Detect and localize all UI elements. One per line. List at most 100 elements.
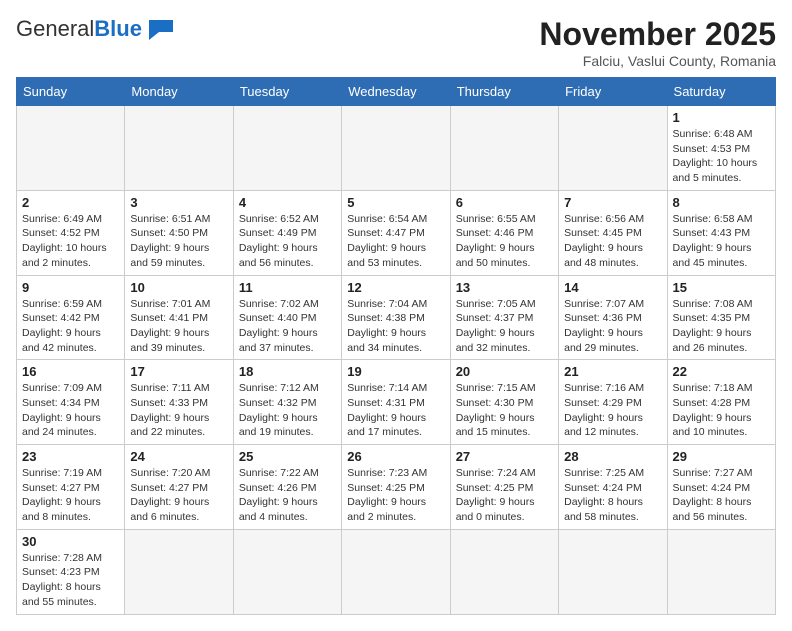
calendar-cell: 29 Sunrise: 7:27 AM Sunset: 4:24 PM Dayli… [667, 445, 775, 530]
weekday-header-friday: Friday [559, 78, 667, 106]
day-number: 30 [22, 534, 119, 549]
weekday-header-tuesday: Tuesday [233, 78, 341, 106]
calendar-cell: 6Sunrise: 6:55 AM Sunset: 4:46 PM Daylig… [450, 190, 558, 275]
logo-general-text: General [16, 16, 94, 42]
day-info: Sunrise: 7:20 AM Sunset: 4:27 PM Dayligh… [130, 466, 227, 525]
day-number: 12 [347, 280, 444, 295]
day-info: Sunrise: 7:28 AM Sunset: 4:23 PM Dayligh… [22, 551, 119, 610]
day-number: 25 [239, 449, 336, 464]
calendar-cell: 25 Sunrise: 7:22 AM Sunset: 4:26 PM Dayli… [233, 445, 341, 530]
calendar-cell: 24 Sunrise: 7:20 AM Sunset: 4:27 PM Dayli… [125, 445, 233, 530]
calendar-cell: 10Sunrise: 7:01 AM Sunset: 4:41 PM Dayli… [125, 275, 233, 360]
day-info: Sunrise: 7:08 AM Sunset: 4:35 PM Dayligh… [673, 297, 770, 356]
day-info: Sunrise: 7:19 AM Sunset: 4:27 PM Dayligh… [22, 466, 119, 525]
weekday-header-sunday: Sunday [17, 78, 125, 106]
calendar-cell: 1 Sunrise: 6:48 AM Sunset: 4:53 PM Daylig… [667, 106, 775, 191]
day-number: 23 [22, 449, 119, 464]
calendar-cell [450, 106, 558, 191]
weekday-header-monday: Monday [125, 78, 233, 106]
day-number: 20 [456, 364, 553, 379]
calendar-cell: 18 Sunrise: 7:12 AM Sunset: 4:32 PM Dayli… [233, 360, 341, 445]
calendar-cell: 19 Sunrise: 7:14 AM Sunset: 4:31 PM Dayli… [342, 360, 450, 445]
calendar-cell: 3 Sunrise: 6:51 AM Sunset: 4:50 PM Daylig… [125, 190, 233, 275]
day-number: 18 [239, 364, 336, 379]
calendar-cell [233, 106, 341, 191]
calendar-cell: 2 Sunrise: 6:49 AM Sunset: 4:52 PM Daylig… [17, 190, 125, 275]
day-number: 11 [239, 280, 336, 295]
day-number: 10 [130, 280, 227, 295]
weekday-header-wednesday: Wednesday [342, 78, 450, 106]
day-info: Sunrise: 7:02 AM Sunset: 4:40 PM Dayligh… [239, 297, 336, 356]
day-number: 9 [22, 280, 119, 295]
calendar-cell [559, 529, 667, 614]
calendar-cell [17, 106, 125, 191]
day-number: 13 [456, 280, 553, 295]
calendar-cell: 20 Sunrise: 7:15 AM Sunset: 4:30 PM Dayli… [450, 360, 558, 445]
day-info: Sunrise: 6:52 AM Sunset: 4:49 PM Dayligh… [239, 212, 336, 271]
weekday-header-thursday: Thursday [450, 78, 558, 106]
day-number: 19 [347, 364, 444, 379]
calendar-cell: 5Sunrise: 6:54 AM Sunset: 4:47 PM Daylig… [342, 190, 450, 275]
day-info: Sunrise: 7:12 AM Sunset: 4:32 PM Dayligh… [239, 381, 336, 440]
calendar-cell: 28 Sunrise: 7:25 AM Sunset: 4:24 PM Dayli… [559, 445, 667, 530]
calendar-cell [233, 529, 341, 614]
day-number: 21 [564, 364, 661, 379]
day-info: Sunrise: 6:51 AM Sunset: 4:50 PM Dayligh… [130, 212, 227, 271]
calendar-cell: 8Sunrise: 6:58 AM Sunset: 4:43 PM Daylig… [667, 190, 775, 275]
day-info: Sunrise: 7:07 AM Sunset: 4:36 PM Dayligh… [564, 297, 661, 356]
calendar-cell: 30 Sunrise: 7:28 AM Sunset: 4:23 PM Dayli… [17, 529, 125, 614]
day-info: Sunrise: 7:22 AM Sunset: 4:26 PM Dayligh… [239, 466, 336, 525]
day-number: 4 [239, 195, 336, 210]
week-row-3: 9 Sunrise: 6:59 AM Sunset: 4:42 PM Daylig… [17, 275, 776, 360]
day-info: Sunrise: 7:16 AM Sunset: 4:29 PM Dayligh… [564, 381, 661, 440]
calendar-cell: 16 Sunrise: 7:09 AM Sunset: 4:34 PM Dayli… [17, 360, 125, 445]
day-info: Sunrise: 7:11 AM Sunset: 4:33 PM Dayligh… [130, 381, 227, 440]
calendar-cell: 14Sunrise: 7:07 AM Sunset: 4:36 PM Dayli… [559, 275, 667, 360]
title-area: November 2025 Falciu, Vaslui County, Rom… [539, 16, 776, 69]
day-info: Sunrise: 6:56 AM Sunset: 4:45 PM Dayligh… [564, 212, 661, 271]
day-info: Sunrise: 7:15 AM Sunset: 4:30 PM Dayligh… [456, 381, 553, 440]
week-row-4: 16 Sunrise: 7:09 AM Sunset: 4:34 PM Dayli… [17, 360, 776, 445]
calendar-cell [125, 529, 233, 614]
day-info: Sunrise: 7:25 AM Sunset: 4:24 PM Dayligh… [564, 466, 661, 525]
day-number: 7 [564, 195, 661, 210]
day-info: Sunrise: 6:48 AM Sunset: 4:53 PM Dayligh… [673, 127, 770, 186]
calendar-cell [559, 106, 667, 191]
day-info: Sunrise: 7:27 AM Sunset: 4:24 PM Dayligh… [673, 466, 770, 525]
logo-blue-text: Blue [94, 16, 142, 42]
calendar-cell: 26Sunrise: 7:23 AM Sunset: 4:25 PM Dayli… [342, 445, 450, 530]
calendar-cell: 11 Sunrise: 7:02 AM Sunset: 4:40 PM Dayli… [233, 275, 341, 360]
calendar-cell [342, 529, 450, 614]
calendar-cell: 15 Sunrise: 7:08 AM Sunset: 4:35 PM Dayli… [667, 275, 775, 360]
day-info: Sunrise: 7:24 AM Sunset: 4:25 PM Dayligh… [456, 466, 553, 525]
day-number: 6 [456, 195, 553, 210]
calendar-cell: 23 Sunrise: 7:19 AM Sunset: 4:27 PM Dayli… [17, 445, 125, 530]
day-number: 24 [130, 449, 227, 464]
day-number: 29 [673, 449, 770, 464]
day-number: 3 [130, 195, 227, 210]
calendar: SundayMondayTuesdayWednesdayThursdayFrid… [16, 77, 776, 615]
week-row-2: 2 Sunrise: 6:49 AM Sunset: 4:52 PM Daylig… [17, 190, 776, 275]
day-number: 15 [673, 280, 770, 295]
day-number: 5 [347, 195, 444, 210]
day-number: 27 [456, 449, 553, 464]
day-number: 28 [564, 449, 661, 464]
calendar-cell: 17Sunrise: 7:11 AM Sunset: 4:33 PM Dayli… [125, 360, 233, 445]
day-number: 16 [22, 364, 119, 379]
day-number: 1 [673, 110, 770, 125]
calendar-cell: 12Sunrise: 7:04 AM Sunset: 4:38 PM Dayli… [342, 275, 450, 360]
day-number: 2 [22, 195, 119, 210]
calendar-cell: 4 Sunrise: 6:52 AM Sunset: 4:49 PM Daylig… [233, 190, 341, 275]
day-info: Sunrise: 7:05 AM Sunset: 4:37 PM Dayligh… [456, 297, 553, 356]
day-info: Sunrise: 7:09 AM Sunset: 4:34 PM Dayligh… [22, 381, 119, 440]
calendar-cell [342, 106, 450, 191]
calendar-cell: 22Sunrise: 7:18 AM Sunset: 4:28 PM Dayli… [667, 360, 775, 445]
day-number: 22 [673, 364, 770, 379]
day-info: Sunrise: 6:59 AM Sunset: 4:42 PM Dayligh… [22, 297, 119, 356]
weekday-header-saturday: Saturday [667, 78, 775, 106]
day-info: Sunrise: 6:49 AM Sunset: 4:52 PM Dayligh… [22, 212, 119, 271]
week-row-6: 30 Sunrise: 7:28 AM Sunset: 4:23 PM Dayli… [17, 529, 776, 614]
day-info: Sunrise: 7:14 AM Sunset: 4:31 PM Dayligh… [347, 381, 444, 440]
day-info: Sunrise: 7:23 AM Sunset: 4:25 PM Dayligh… [347, 466, 444, 525]
calendar-cell: 27 Sunrise: 7:24 AM Sunset: 4:25 PM Dayli… [450, 445, 558, 530]
